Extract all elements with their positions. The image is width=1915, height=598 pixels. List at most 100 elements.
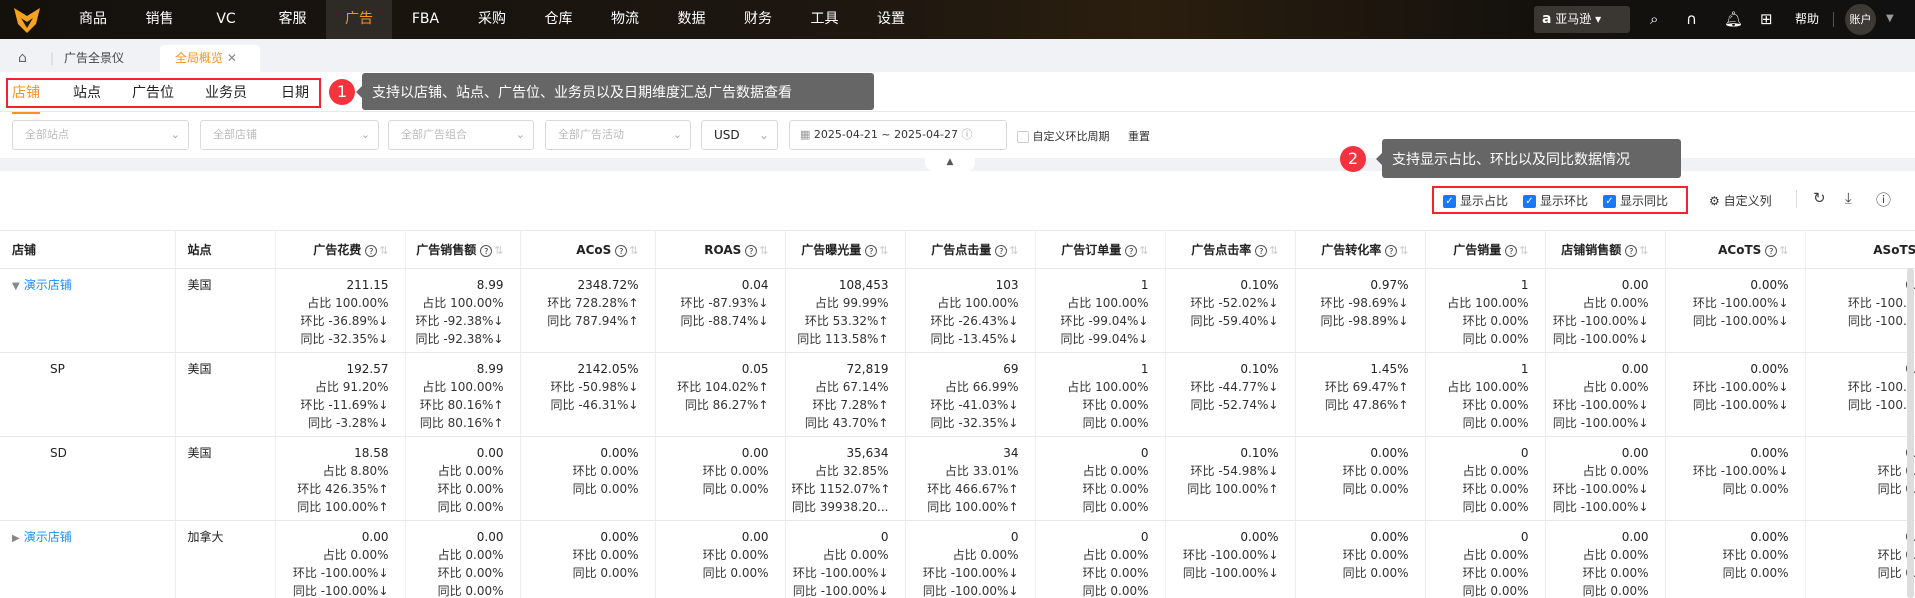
nav-item[interactable]: FBA (393, 0, 459, 39)
nav-item[interactable]: 数据 (659, 0, 725, 39)
sort-icon[interactable]: ⇅ (1639, 244, 1648, 257)
nav-item[interactable]: 采购 (459, 0, 525, 39)
column-header[interactable]: 广告销售额? ⇅ (405, 230, 521, 269)
search-icon[interactable]: ⌕ (1650, 9, 1658, 29)
sort-icon[interactable]: ⇅ (879, 244, 888, 257)
nav-item[interactable]: 客服 (260, 0, 326, 39)
fox-logo-icon[interactable] (12, 6, 42, 34)
sort-icon[interactable]: ⇅ (1519, 244, 1528, 257)
column-header[interactable]: 广告订单量? ⇅ (1035, 230, 1166, 269)
vertical-scrollbar[interactable] (1907, 268, 1914, 598)
sort-icon[interactable]: ⇅ (1009, 244, 1018, 257)
nav-item[interactable]: 广告 (326, 0, 392, 39)
sort-icon[interactable]: ⇅ (1269, 244, 1278, 257)
currency-select[interactable]: USD ⌄ (701, 120, 778, 150)
store-link[interactable]: 演示店铺 (24, 278, 72, 292)
metric-cell: 0.00 环比 0.00% 同比 0.00% (655, 520, 786, 598)
store-link[interactable]: 演示店铺 (24, 530, 72, 544)
ad-type-label: SD (50, 446, 67, 460)
caret-down-icon[interactable]: ▼ (12, 281, 20, 292)
tab-global-overview[interactable]: 全局概览 ✕ (160, 45, 260, 72)
nav-item[interactable]: 物流 (592, 0, 658, 39)
account-caret-icon[interactable]: ▼ (1886, 9, 1894, 29)
column-header[interactable]: ACoTS? ⇅ (1665, 230, 1806, 269)
metric-comparison: 同比 -98.89%↓ (1320, 314, 1409, 328)
show-share-checkbox[interactable]: ✓ 显示占比 (1443, 192, 1508, 209)
column-header[interactable]: 广告点击量? ⇅ (905, 230, 1036, 269)
sort-icon[interactable]: ⇅ (494, 244, 503, 257)
custom-columns-button[interactable]: ⚙ 自定义列 (1709, 192, 1772, 209)
bell-icon[interactable]: 🔔︎ (1724, 9, 1743, 29)
nav-item[interactable]: 商品 (60, 0, 126, 39)
nav-item[interactable]: VC (193, 0, 259, 39)
help-icon[interactable]: ? (1625, 245, 1638, 257)
metric-comparison: 占比 100.00% (1447, 296, 1529, 310)
column-header[interactable]: 广告曝光量? ⇅ (785, 230, 906, 269)
metric-comparison: 同比 0.00% (1877, 482, 1915, 496)
help-icon[interactable]: ⓘ (1876, 189, 1891, 210)
headset-icon[interactable]: ∩ (1686, 9, 1697, 29)
nav-item[interactable]: 设置 (858, 0, 924, 39)
store-select[interactable]: 全部店铺 ⌄ (200, 120, 379, 150)
site-select[interactable]: 全部站点 ⌄ (12, 120, 189, 150)
close-icon[interactable]: ✕ (227, 51, 237, 65)
portfolio-select[interactable]: 全部广告组合 ⌄ (388, 120, 534, 150)
sort-icon[interactable]: ⇅ (1779, 244, 1788, 257)
nav-item[interactable]: 工具 (792, 0, 858, 39)
column-header[interactable]: ASoTS?⇅ (1805, 230, 1915, 269)
help-icon[interactable]: ? (365, 245, 378, 257)
help-icon[interactable]: ? (745, 244, 758, 257)
home-icon[interactable]: ⌂ (18, 45, 27, 72)
help-link[interactable]: 帮助 (1795, 9, 1819, 29)
show-mom-checkbox[interactable]: ✓ 显示环比 (1523, 192, 1588, 209)
date-range-picker[interactable]: ▦ 2025-04-21 ~ 2025-04-27 ⓘ (789, 120, 1007, 150)
tab-ad-panorama[interactable]: 广告全景仪 (64, 45, 124, 72)
sort-icon[interactable]: ⇅ (759, 244, 768, 257)
show-yoy-checkbox[interactable]: ✓ 显示同比 (1603, 192, 1668, 209)
help-icon[interactable]: ? (995, 245, 1008, 257)
nav-item[interactable]: 销售 (127, 0, 193, 39)
column-header[interactable]: 广告点击率? ⇅ (1165, 230, 1296, 269)
apps-grid-icon[interactable]: ⊞ (1760, 9, 1773, 29)
help-icon[interactable]: ? (1255, 245, 1268, 257)
metric-comparison: 占比 0.00% (437, 548, 504, 562)
column-header[interactable]: ACoS? ⇅ (520, 230, 656, 269)
sort-icon[interactable]: ⇅ (629, 244, 638, 257)
custom-period-checkbox[interactable]: 自定义环比周期 (1017, 128, 1110, 144)
download-icon[interactable]: ⤓ (1845, 189, 1852, 207)
checkbox-box[interactable] (1017, 131, 1029, 143)
column-header[interactable]: 广告销量? ⇅ (1425, 230, 1546, 269)
help-icon[interactable]: ? (615, 244, 628, 257)
help-icon[interactable]: ⓘ (962, 128, 973, 141)
help-icon[interactable]: ? (1385, 245, 1398, 257)
help-icon[interactable]: ? (480, 245, 493, 257)
column-header[interactable]: ROAS? ⇅ (655, 230, 786, 269)
help-icon[interactable]: ? (1765, 244, 1778, 257)
metric-cell: 0.10% 环比 -54.98%↓ 同比 100.00%↑ (1165, 436, 1296, 521)
account-avatar[interactable]: 账户 (1845, 4, 1876, 35)
help-icon[interactable]: ? (1125, 245, 1138, 257)
sort-icon[interactable]: ⇅ (379, 244, 388, 257)
sort-icon[interactable]: ⇅ (1399, 244, 1408, 257)
chevron-down-icon: ⌄ (360, 128, 370, 141)
help-icon[interactable]: ? (1505, 245, 1518, 257)
refresh-icon[interactable]: ↻ (1813, 189, 1826, 207)
reset-button[interactable]: 重置 (1128, 128, 1150, 144)
metric-value: 0 (1520, 446, 1529, 460)
metric-comparison: 同比 -52.74%↓ (1190, 398, 1279, 412)
sort-icon[interactable]: ⇅ (1139, 244, 1148, 257)
collapse-filters-button[interactable]: ▲ (925, 155, 975, 171)
metric-comparison: 占比 0.00% (822, 548, 889, 562)
marketplace-dropdown[interactable]: a 亚马逊 ▾ (1534, 6, 1630, 33)
column-header[interactable]: 广告转化率? ⇅ (1295, 230, 1426, 269)
column-header[interactable]: 广告花费? ⇅ (275, 230, 406, 269)
help-icon[interactable]: ? (865, 245, 878, 257)
metric-cell: 0.00 占比 0.00% 环比 0.00% 同比 0.00% (405, 436, 521, 521)
campaign-select[interactable]: 全部广告活动 ⌄ (545, 120, 691, 150)
nav-item[interactable]: 仓库 (526, 0, 592, 39)
nav-item[interactable]: 财务 (725, 0, 791, 39)
metric-comparison: 环比 0.00% (1582, 566, 1649, 580)
caret-right-icon[interactable]: ▶ (12, 533, 20, 544)
column-header[interactable]: 店铺销售额? ⇅ (1545, 230, 1666, 269)
metric-cell: 0.00 占比 0.00% 环比 -100.00%↓ 同比 -100.00%↓ (1545, 268, 1666, 353)
